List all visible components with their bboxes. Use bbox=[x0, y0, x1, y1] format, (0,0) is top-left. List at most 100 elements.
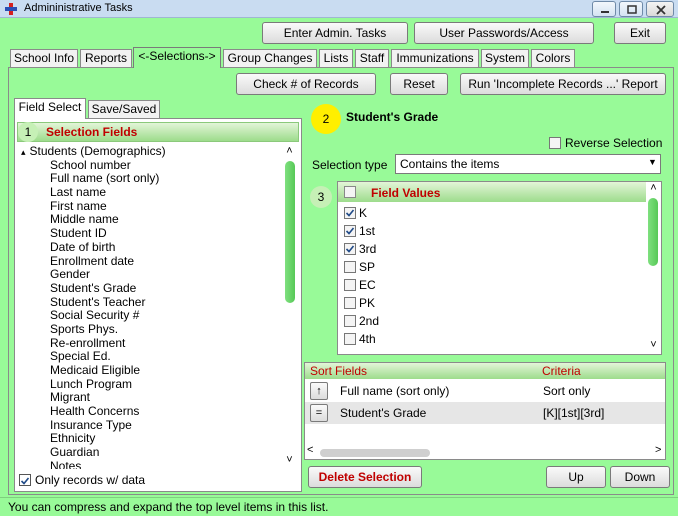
list-item[interactable]: PK bbox=[344, 295, 624, 313]
only-records-checkbox[interactable] bbox=[19, 474, 31, 486]
tree-item[interactable]: Full name (sort only) bbox=[17, 172, 283, 186]
grid-header-criteria: Criteria bbox=[542, 364, 581, 378]
tree-item[interactable]: Medicaid Eligible bbox=[17, 363, 283, 378]
selection-fields-tree: ▴ Students (Demographics) School number Ful… bbox=[17, 145, 283, 469]
tree-item[interactable]: Health Concerns bbox=[17, 404, 283, 419]
collapse-triangle-icon[interactable]: ▴ bbox=[21, 147, 26, 157]
check-records-button[interactable]: Check # of Records bbox=[236, 73, 376, 95]
tree-item[interactable]: Middle name bbox=[17, 213, 283, 227]
reset-button[interactable]: Reset bbox=[390, 73, 448, 95]
subtab-field-select[interactable]: Field Select bbox=[14, 98, 86, 119]
enter-admin-tasks-button[interactable]: Enter Admin. Tasks bbox=[262, 22, 408, 44]
list-item[interactable]: SP bbox=[344, 259, 624, 277]
list-item[interactable]: EC bbox=[344, 277, 624, 295]
tree-item[interactable]: Special Ed. bbox=[17, 350, 283, 364]
sort-arrow-up-icon[interactable]: ↑ bbox=[310, 382, 328, 400]
tree-scroll-up-icon[interactable]: ˄ bbox=[282, 145, 297, 157]
tree-item[interactable]: First name bbox=[17, 199, 283, 214]
close-icon bbox=[656, 5, 666, 15]
value-label: SP bbox=[359, 260, 376, 274]
tree-scroll-down-icon[interactable]: ˅ bbox=[282, 454, 297, 466]
value-checkbox[interactable] bbox=[344, 225, 356, 237]
step-badge-1: 1 bbox=[18, 122, 38, 142]
values-scroll-up-icon[interactable]: ˄ bbox=[646, 182, 661, 194]
tree-item[interactable]: Student's Teacher bbox=[17, 295, 283, 310]
tree-item[interactable]: Gender bbox=[17, 267, 283, 282]
value-label: PK bbox=[359, 296, 376, 310]
select-all-values-checkbox[interactable] bbox=[344, 186, 356, 198]
tree-item-students-demographics[interactable]: ▴ Students (Demographics) bbox=[17, 145, 283, 159]
tree-item[interactable]: Lunch Program bbox=[17, 377, 283, 392]
tree-item-label: Students (Demographics) bbox=[29, 145, 166, 158]
tab-selections[interactable]: <-Selections-> bbox=[133, 47, 221, 68]
window-title: Admininistrative Tasks bbox=[24, 2, 133, 14]
tree-item[interactable]: Ethnicity bbox=[17, 432, 283, 446]
tree-item[interactable]: Student ID bbox=[17, 226, 283, 241]
tree-item[interactable]: School number bbox=[17, 158, 283, 173]
minimize-button[interactable] bbox=[592, 1, 616, 17]
value-checkbox[interactable] bbox=[344, 279, 356, 291]
grid-scroll-left-icon[interactable]: < bbox=[307, 444, 313, 456]
tree-item[interactable]: Guardian bbox=[17, 445, 283, 460]
tree-item[interactable]: Sports Phys. bbox=[17, 322, 283, 337]
tab-lists[interactable]: Lists bbox=[319, 49, 353, 67]
value-checkbox[interactable] bbox=[344, 315, 356, 327]
tab-system[interactable]: System bbox=[481, 49, 529, 67]
tree-item[interactable]: Social Security # bbox=[17, 309, 283, 323]
subtab-save-saved[interactable]: Save/Saved bbox=[88, 100, 160, 118]
grid-cell-criteria: Sort only bbox=[543, 384, 591, 398]
tab-school-info[interactable]: School Info bbox=[10, 49, 78, 67]
reverse-selection-checkbox[interactable] bbox=[549, 137, 561, 149]
value-checkbox[interactable] bbox=[344, 333, 356, 345]
tree-item[interactable]: Migrant bbox=[17, 391, 283, 405]
sort-equals-icon[interactable]: = bbox=[310, 404, 328, 422]
maximize-icon bbox=[627, 5, 637, 14]
move-down-button[interactable]: Down bbox=[610, 466, 670, 488]
tree-item[interactable]: Re-enrollment bbox=[17, 336, 283, 351]
reverse-selection-label: Reverse Selection bbox=[565, 136, 663, 150]
list-item[interactable]: K bbox=[344, 205, 624, 223]
value-checkbox[interactable] bbox=[344, 261, 356, 273]
values-scroll-down-icon[interactable]: ˅ bbox=[646, 339, 661, 351]
tab-immunizations[interactable]: Immunizations bbox=[391, 49, 479, 67]
tree-item[interactable]: Date of birth bbox=[17, 240, 283, 255]
close-window-button[interactable] bbox=[646, 1, 674, 17]
tab-group-changes[interactable]: Group Changes bbox=[223, 49, 317, 67]
tab-colors[interactable]: Colors bbox=[531, 49, 575, 67]
tree-item[interactable]: Notes bbox=[17, 459, 283, 469]
grid-scroll-right-icon[interactable]: > bbox=[655, 444, 661, 456]
step-badge-3: 3 bbox=[310, 186, 332, 208]
value-checkbox[interactable] bbox=[344, 207, 356, 219]
selection-type-label: Selection type bbox=[312, 158, 388, 172]
tree-scroll-thumb[interactable] bbox=[285, 161, 295, 303]
maximize-button[interactable] bbox=[619, 1, 643, 17]
table-row[interactable]: = Student's Grade [K][1st][3rd] bbox=[305, 402, 665, 424]
tab-reports[interactable]: Reports bbox=[80, 49, 132, 67]
user-passwords-button[interactable]: User Passwords/Access bbox=[414, 22, 594, 44]
tree-item[interactable]: Enrollment date bbox=[17, 254, 283, 269]
selected-field-title: Student's Grade bbox=[346, 110, 439, 124]
selection-type-value: Contains the items bbox=[400, 157, 500, 171]
tab-staff[interactable]: Staff bbox=[355, 49, 389, 67]
value-label: 4th bbox=[359, 332, 376, 346]
tree-item[interactable]: Last name bbox=[17, 185, 283, 200]
list-item[interactable]: 1st bbox=[344, 223, 624, 241]
grid-cell-field: Full name (sort only) bbox=[340, 384, 450, 398]
value-checkbox[interactable] bbox=[344, 297, 356, 309]
selection-fields-title: Selection Fields bbox=[46, 125, 138, 139]
move-up-button[interactable]: Up bbox=[546, 466, 606, 488]
run-incomplete-report-button[interactable]: Run 'Incomplete Records ...' Report bbox=[460, 73, 666, 95]
tree-item[interactable]: Insurance Type bbox=[17, 418, 283, 433]
tree-item[interactable]: Student's Grade bbox=[17, 281, 283, 296]
delete-selection-button[interactable]: Delete Selection bbox=[308, 466, 422, 488]
list-item[interactable]: 2nd bbox=[344, 313, 624, 331]
status-text: You can compress and expand the top leve… bbox=[8, 500, 329, 514]
value-checkbox[interactable] bbox=[344, 243, 356, 255]
table-row[interactable]: ↑ Full name (sort only) Sort only bbox=[305, 380, 665, 402]
grid-scroll-thumb[interactable] bbox=[320, 449, 430, 457]
exit-button[interactable]: Exit bbox=[614, 22, 666, 44]
list-item[interactable]: 3rd bbox=[344, 241, 624, 259]
checkmark-icon bbox=[345, 227, 355, 235]
values-scroll-thumb[interactable] bbox=[648, 198, 658, 266]
list-item[interactable]: 4th bbox=[344, 331, 624, 349]
